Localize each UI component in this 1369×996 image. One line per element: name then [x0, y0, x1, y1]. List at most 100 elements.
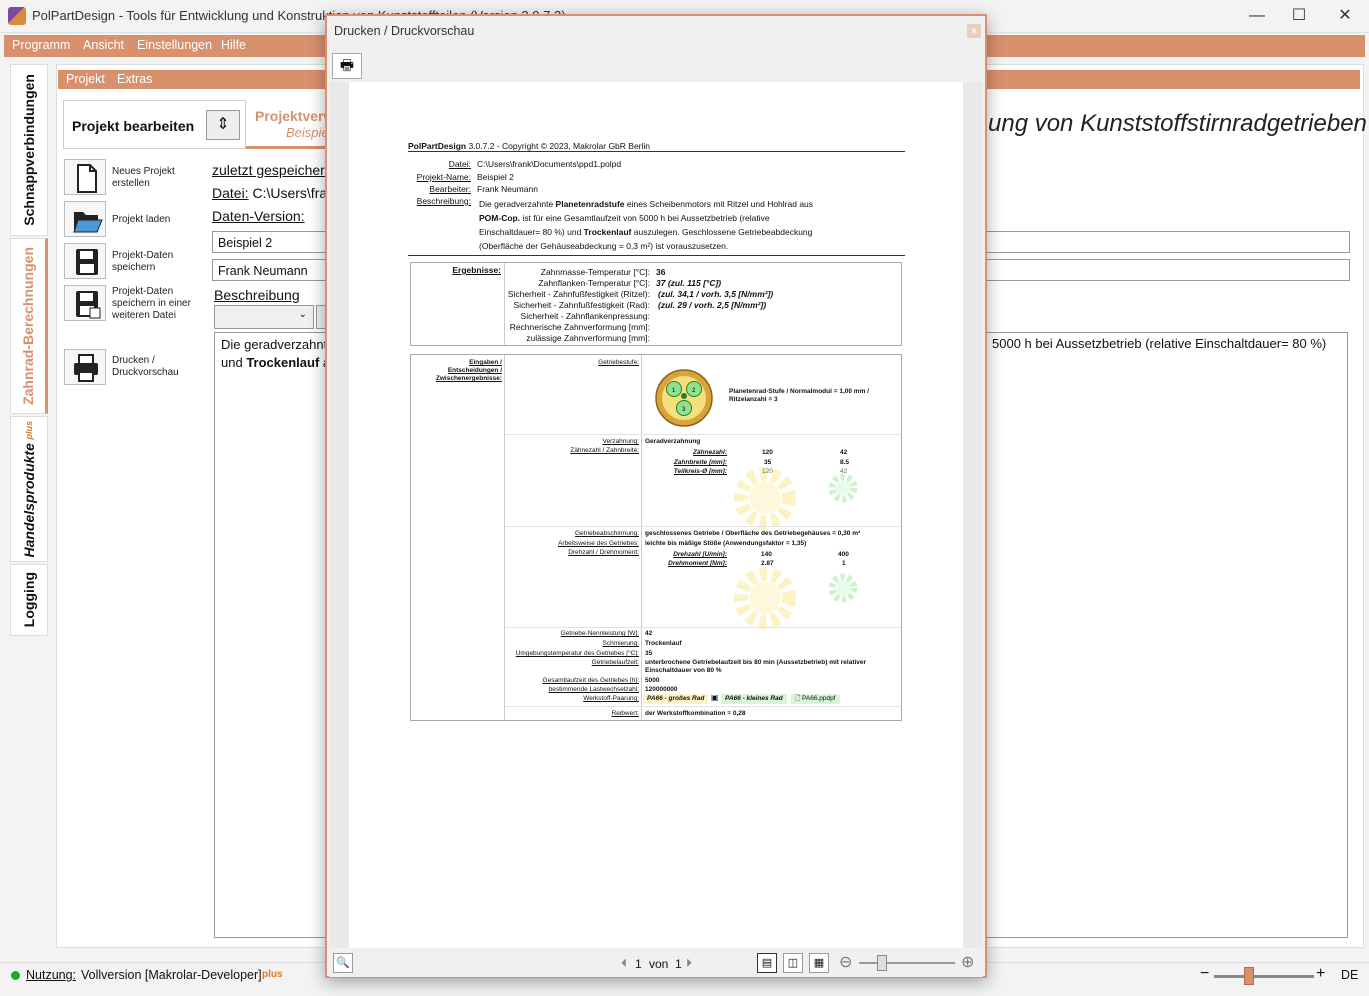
- description-line-1: Die geradverzahnt: [221, 337, 328, 352]
- doc-meta-value: Beispiel 2: [477, 172, 514, 182]
- chevron-down-icon: ⌄: [298, 309, 307, 320]
- magnifier-icon[interactable]: 🔍: [333, 953, 353, 973]
- tab-logging[interactable]: Logging: [10, 564, 48, 636]
- menu-hilfe[interactable]: Hilfe: [221, 38, 246, 52]
- result-label: Sicherheit - Zahnflankenpressung:: [520, 311, 650, 321]
- new-project-label: Neues Projekt erstellen: [112, 166, 175, 189]
- tab-handelsprodukte[interactable]: Handelsprodukte plus: [10, 416, 48, 562]
- dialog-bottom-bar: 🔍 ⏴ 1 von 1 ⏵ ▤ ◫ ▦ ⊖ ⊕: [329, 949, 983, 977]
- side-tab-bar: Schnappverbindungen Zahnrad-Berechnungen…: [10, 64, 48, 944]
- save-as-project-button[interactable]: [64, 285, 106, 321]
- multi-page-view-icon[interactable]: ▦: [809, 953, 829, 973]
- menu-einstellungen[interactable]: Einstellungen: [137, 38, 212, 52]
- zoom-in-icon[interactable]: +: [1316, 965, 1325, 983]
- result-label: zulässige Zahnverformung [mm]:: [526, 333, 650, 343]
- result-label: Rechnerische Zahnverformung [mm]:: [509, 322, 650, 332]
- zz-row-v1: 120: [762, 468, 773, 475]
- result-label: Zahnflanken-Temperatur [°C]:: [538, 278, 650, 288]
- dialog-print-button[interactable]: 🖶: [332, 53, 362, 79]
- description-line-2: und Trockenlauf a: [221, 355, 330, 370]
- nutzung-label[interactable]: Nutzung:: [26, 968, 76, 982]
- getriebestufe-value: Ritzelanzahl = 3: [729, 396, 778, 403]
- zz-label: Zähnezahl / Zahnbreite:: [570, 447, 639, 454]
- single-page-view-icon[interactable]: ▤: [757, 953, 777, 973]
- zz-row-label: Zahnbreite [mm]:: [673, 459, 727, 466]
- dz-row-v1: 140: [761, 551, 772, 558]
- zoom-slider-thumb[interactable]: [1244, 967, 1254, 985]
- dz-row-v2: 400: [838, 551, 849, 558]
- arbeitsweise-label: Arbeitsweise des Getriebes:: [558, 540, 639, 547]
- language-button[interactable]: DE: [1341, 968, 1358, 982]
- file-row: Datei: C:\Users\frank: [212, 185, 342, 201]
- doc-meta-label: Datei:: [448, 159, 471, 169]
- planetary-gear-icon: 1 2 3: [655, 369, 713, 427]
- tab-zahnrad-label: Zahnrad-Berechnungen: [20, 247, 36, 405]
- maximize-button[interactable]: ☐: [1287, 5, 1311, 27]
- lower-value: 120000000: [645, 686, 678, 693]
- tab-logging-label: Logging: [21, 572, 37, 628]
- close-button[interactable]: ✕: [1333, 5, 1357, 27]
- preview-zoom-in-icon[interactable]: ⊕: [961, 952, 974, 972]
- save-project-button[interactable]: [64, 243, 106, 279]
- werkstoff-gross: PA66 - großes Rad: [643, 694, 709, 704]
- small-gear-watermark-icon: [828, 573, 858, 603]
- print-preview-label: Drucken / Druckvorschau: [112, 355, 179, 378]
- dialog-title: Drucken / Druckvorschau: [334, 24, 475, 38]
- lower-value: 5000: [645, 677, 660, 684]
- load-project-button[interactable]: [64, 201, 106, 237]
- result-value: 36: [656, 267, 666, 277]
- preview-zoom-track[interactable]: [859, 962, 955, 964]
- lower-label: bestimmende Lastwechselzahl:: [548, 686, 639, 693]
- preview-zoom-thumb[interactable]: [877, 955, 887, 971]
- abschirmung-value: geschlossenes Getriebe / Oberfläche des …: [645, 530, 861, 537]
- getriebestufe-label: Getriebestufe:: [598, 359, 639, 366]
- new-project-button[interactable]: [64, 159, 106, 195]
- preview-zoom-out-icon[interactable]: ⊖: [839, 952, 852, 972]
- next-page-icon[interactable]: ⏵: [686, 956, 692, 971]
- plus-badge: plus: [262, 969, 283, 980]
- lower-label: Umgebungstemperatur des Getriebes [°C]:: [515, 650, 639, 657]
- zoom-slider-track[interactable]: [1214, 975, 1314, 978]
- nutzung-value: Vollversion [Makrolar-Developer]: [81, 968, 262, 982]
- menu-programm[interactable]: Programm: [12, 38, 70, 52]
- tab-zahnrad-berechnungen[interactable]: Zahnrad-Berechnungen: [10, 238, 48, 414]
- dialog-title-bar: Drucken / Druckvorschau ✕: [327, 16, 985, 46]
- zz-row-label: Zähnezahl:: [693, 449, 727, 456]
- minimize-button[interactable]: —: [1245, 5, 1269, 27]
- submenu-extras[interactable]: Extras: [117, 72, 152, 86]
- zz-row-v1: 120: [762, 449, 773, 456]
- result-label: Zahnmasse-Temperatur [°C]:: [540, 267, 650, 277]
- doc-meta-value: C:\Users\frank\Documents\ppd1.polpd: [477, 159, 622, 169]
- prev-page-icon[interactable]: ⏴: [621, 956, 627, 971]
- menu-ansicht[interactable]: Ansicht: [83, 38, 124, 52]
- lower-label: Getriebe-Nennleistung [W]:: [560, 630, 639, 637]
- lower-label: Schmierung:: [602, 640, 640, 647]
- doc-meta-label: Bearbeiter:: [429, 184, 471, 194]
- result-value: (zul. 34,1 / vorh. 3,5 [N/mm²]): [658, 289, 774, 299]
- dialog-close-button[interactable]: ✕: [967, 24, 981, 38]
- description-label: Beschreibung: [214, 287, 300, 303]
- zz-row-label: Teilkreis-Ø [mm]:: [673, 468, 727, 475]
- zoom-out-icon[interactable]: −: [1200, 965, 1209, 983]
- results-label: Ergebnisse:: [452, 265, 501, 275]
- zz-row-v2: 8.5: [840, 459, 850, 466]
- module-banner-title: ung von Kunststoffstirnradgetrieben: [988, 110, 1367, 137]
- last-saved-label: zuletzt gespeichert: [212, 162, 329, 178]
- reibwert-label: Reibwert:: [611, 710, 639, 717]
- two-page-view-icon[interactable]: ◫: [783, 953, 803, 973]
- description-text-left: Die geradverzahnt und Trockenlauf a: [221, 336, 330, 372]
- lower-value: Einschaltdauer von 80 %: [645, 667, 722, 674]
- format-dropdown[interactable]: ⌄: [214, 305, 314, 329]
- submenu-projekt[interactable]: Projekt: [66, 72, 105, 86]
- print-preview-button[interactable]: [64, 349, 106, 385]
- lower-label: Gesamtlaufzeit des Getriebes [h]:: [542, 677, 639, 684]
- tab-schnappverbindungen-label: Schnappverbindungen: [21, 74, 37, 226]
- up-down-toggle-button[interactable]: ⇕: [206, 110, 240, 140]
- tab-schnappverbindungen[interactable]: Schnappverbindungen: [10, 64, 48, 236]
- drehzahl-label: Drehzahl / Drehmoment:: [568, 549, 639, 556]
- preview-area[interactable]: PolPartDesign 3.0.7.2 - Copyright © 2023…: [329, 82, 983, 948]
- lower-value: 42: [645, 630, 653, 637]
- abschirmung-label: Getriebeabschirmung:: [575, 530, 639, 537]
- result-value: (zul. 29 / vorh. 2,5 [N/mm²]): [658, 300, 767, 310]
- tab-projektverwaltung[interactable]: Projektverwaltung Beispiel 2: [246, 100, 376, 149]
